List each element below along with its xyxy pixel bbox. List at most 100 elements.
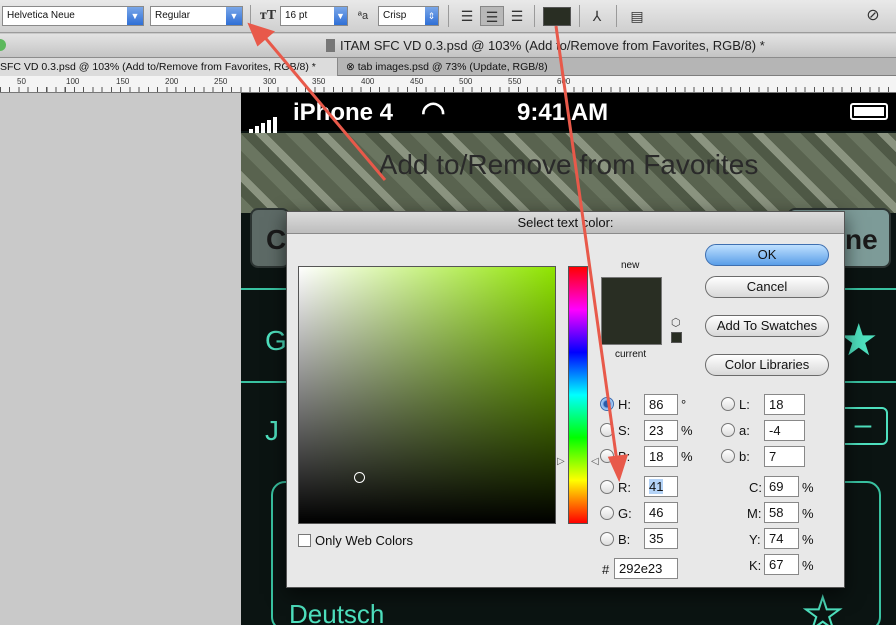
radio-blue[interactable] xyxy=(600,532,614,546)
navigation-bar: Add to/Remove from Favorites C ne xyxy=(241,133,896,268)
web-color-swatch[interactable] xyxy=(671,332,682,343)
divider xyxy=(579,5,580,27)
options-bar: Helvetica Neue ▼ Regular ▼ ᴛT 16 pt ▼ ªa… xyxy=(0,0,896,33)
percent-unit: % xyxy=(681,449,693,464)
lab-a-label: a: xyxy=(739,423,750,438)
chevron-down-icon: ▼ xyxy=(226,7,242,25)
only-web-colors-label: Only Web Colors xyxy=(315,533,414,548)
ruler-tick: 200 xyxy=(165,77,179,86)
window-title: ITAM SFC VD 0.3.psd @ 103% (Add to/Remov… xyxy=(340,38,765,53)
brightness-value: 18 xyxy=(649,449,664,464)
magenta-label: M: xyxy=(747,506,762,521)
brightness-input[interactable]: 18 xyxy=(644,446,678,467)
yellow-label: Y: xyxy=(749,532,761,547)
color-libraries-button[interactable]: Color Libraries xyxy=(705,354,829,376)
new-color-label: new xyxy=(621,260,640,271)
percent-unit: % xyxy=(681,423,693,438)
black-value: 67 xyxy=(769,557,784,572)
ruler-tick: 600 xyxy=(557,77,571,86)
saturation-input[interactable]: 23 xyxy=(644,420,678,441)
wifi-icon: ◠ xyxy=(421,96,446,127)
ruler-tick: 300 xyxy=(263,77,277,86)
color-picker-dialog: Select text color: ▷ ◁ new current ⬡ OK … xyxy=(286,211,845,588)
hex-input[interactable]: 292e23 xyxy=(614,558,678,579)
align-right-icon[interactable]: ☰ xyxy=(506,6,528,26)
font-family-select[interactable]: Helvetica Neue ▼ xyxy=(2,6,144,26)
dialog-title: Select text color: xyxy=(287,212,844,234)
font-style-select[interactable]: Regular ▼ xyxy=(150,6,243,26)
status-time: 9:41 AM xyxy=(517,99,609,126)
lab-b-input[interactable]: 7 xyxy=(764,446,805,467)
font-size-value: 16 pt xyxy=(285,10,308,21)
font-family-value: Helvetica Neue xyxy=(7,10,75,21)
carrier-name: iPhone 4 xyxy=(293,99,394,126)
slider-handle-right-icon[interactable]: ◁ xyxy=(591,456,599,467)
black-label: K: xyxy=(749,558,762,573)
degree-unit: ° xyxy=(681,397,687,412)
blue-input[interactable]: 35 xyxy=(644,528,678,549)
lab-l-label: L: xyxy=(739,397,750,412)
text-color-swatch[interactable] xyxy=(543,7,571,26)
cyan-input[interactable]: 69 xyxy=(764,476,799,497)
radio-lab-a[interactable] xyxy=(721,423,735,437)
antialias-icon: ªa xyxy=(357,10,369,22)
list-row-label: Deutsch xyxy=(289,599,385,625)
new-current-swatch xyxy=(601,277,662,345)
document-titlebar: ITAM SFC VD 0.3.psd @ 103% (Add to/Remov… xyxy=(0,34,896,58)
warp-text-icon[interactable]: ⅄ xyxy=(586,6,608,26)
list-row-label: J xyxy=(265,415,279,446)
collapse-button[interactable]: – xyxy=(838,407,888,445)
favorite-star-outline-icon[interactable]: ★ xyxy=(802,589,843,625)
hue-input[interactable]: 86 xyxy=(644,394,678,415)
radio-brightness[interactable] xyxy=(600,449,614,463)
radio-hue[interactable] xyxy=(600,397,614,411)
tab-active-document[interactable]: SFC VD 0.3.psd @ 103% (Add to/Remove fro… xyxy=(0,58,338,76)
magenta-input[interactable]: 58 xyxy=(764,502,799,523)
tab-document[interactable]: ⊗ tab images.psd @ 73% (Update, RGB/8) xyxy=(342,58,562,76)
radio-lab-b[interactable] xyxy=(721,449,735,463)
color-field-cursor[interactable] xyxy=(354,472,365,483)
lab-a-input[interactable]: -4 xyxy=(764,420,805,441)
hex-value: 292e23 xyxy=(619,561,663,576)
nav-left-button[interactable]: C xyxy=(250,208,290,268)
ruler-tick: 450 xyxy=(410,77,424,86)
radio-saturation[interactable] xyxy=(600,423,614,437)
divider xyxy=(616,5,617,27)
antialias-select[interactable]: Crisp ⇕ xyxy=(378,6,439,26)
saturation-value: 23 xyxy=(649,423,664,438)
signal-bars-icon xyxy=(249,107,277,135)
red-input[interactable]: 41 xyxy=(644,476,678,497)
color-field[interactable] xyxy=(298,266,556,524)
divider xyxy=(534,5,535,27)
chevron-down-icon: ▼ xyxy=(334,7,347,25)
gamut-cube-icon[interactable]: ⬡ xyxy=(671,316,681,329)
ruler-tick: 100 xyxy=(66,77,80,86)
hue-slider[interactable] xyxy=(568,266,588,524)
font-size-select[interactable]: 16 pt ▼ xyxy=(280,6,348,26)
radio-lightness[interactable] xyxy=(721,397,735,411)
ruler-tick: 500 xyxy=(459,77,473,86)
window-control-icon[interactable] xyxy=(0,39,6,51)
add-to-swatches-button[interactable]: Add To Swatches xyxy=(705,315,829,337)
align-left-icon[interactable]: ☰ xyxy=(456,6,478,26)
tab-label: SFC VD 0.3.psd @ 103% (Add to/Remove fro… xyxy=(0,61,316,73)
align-center-icon[interactable]: ☰ xyxy=(480,6,504,26)
chevron-down-icon: ▼ xyxy=(127,7,143,25)
close-icon[interactable]: ⊗ xyxy=(346,61,355,73)
only-web-colors-checkbox[interactable] xyxy=(298,534,311,547)
cancel-icon[interactable]: ⊘ xyxy=(862,6,884,26)
slider-handle-left-icon[interactable]: ▷ xyxy=(557,456,565,467)
yellow-input[interactable]: 74 xyxy=(764,528,799,549)
green-input[interactable]: 46 xyxy=(644,502,678,523)
magenta-value: 58 xyxy=(769,505,784,520)
nav-right-button-label: ne xyxy=(845,224,878,255)
character-panel-icon[interactable]: ▤ xyxy=(626,6,648,26)
black-input[interactable]: 67 xyxy=(764,554,799,575)
ok-button[interactable]: OK xyxy=(705,244,829,266)
cancel-button[interactable]: Cancel xyxy=(705,276,829,298)
current-color-label: current xyxy=(615,349,647,360)
radio-green[interactable] xyxy=(600,506,614,520)
hue-label: H: xyxy=(618,397,631,412)
radio-red[interactable] xyxy=(600,480,614,494)
lab-l-input[interactable]: 18 xyxy=(764,394,805,415)
